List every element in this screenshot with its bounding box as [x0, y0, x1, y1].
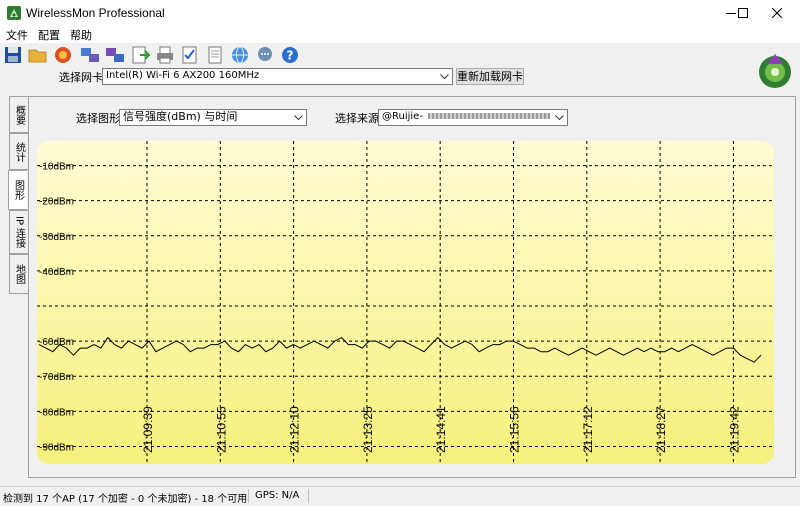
reload-adapter-button[interactable]: 重新加载网卡	[456, 68, 524, 85]
save-icon[interactable]	[3, 45, 23, 65]
adapter-label: 选择网卡	[59, 71, 103, 84]
y-tick-label: -60dBm	[39, 337, 74, 348]
close-icon	[772, 7, 782, 18]
app-icon	[7, 6, 21, 20]
maximize-button-area[interactable]	[720, 0, 766, 25]
tab-map[interactable]: 地图	[9, 254, 28, 294]
status-divider	[308, 489, 309, 503]
status-ap-summary: 检测到 17 个AP (17 个加密 - 0 个未加密) - 18 个可用	[3, 494, 248, 505]
notes-icon[interactable]	[205, 45, 225, 65]
x-tick-label: 21:10:55	[214, 406, 228, 453]
graph-type-value: 信号强度(dBm) 与时间	[123, 110, 238, 123]
record-icon[interactable]	[53, 45, 73, 65]
tab-ip-connection[interactable]: IP 连接	[9, 210, 28, 254]
network-settings-icon[interactable]	[105, 45, 125, 65]
help-icon[interactable]: ?	[280, 45, 300, 65]
source-select[interactable]: @Ruijie-	[378, 109, 568, 126]
menu-config[interactable]: 配置	[38, 27, 60, 43]
status-divider	[248, 489, 249, 503]
x-tick-label: 21:18:27	[654, 406, 668, 453]
y-tick-label: -20dBm	[39, 197, 74, 208]
print-icon[interactable]	[155, 45, 175, 65]
y-tick-label: -80dBm	[39, 407, 74, 418]
source-redacted	[428, 113, 551, 119]
x-tick-label: 21:14:41	[434, 406, 448, 453]
adapter-value: Intel(R) Wi-Fi 6 AX200 160MHz	[106, 70, 260, 81]
toolbar: ?	[0, 43, 800, 67]
tab-statistics[interactable]: 统计	[9, 133, 28, 170]
globe-icon[interactable]	[230, 45, 250, 65]
x-tick-label: 21:15:56	[508, 406, 522, 453]
export-icon[interactable]	[130, 45, 150, 65]
status-bar: 检测到 17 个AP (17 个加密 - 0 个未加密) - 18 个可用 GP…	[0, 486, 800, 506]
x-tick-label: 21:13:25	[361, 406, 375, 453]
open-folder-icon[interactable]	[28, 45, 48, 65]
y-tick-label: -70dBm	[39, 372, 74, 383]
checklist-icon[interactable]	[180, 45, 200, 65]
maximize-icon	[738, 7, 748, 18]
network-computers-icon[interactable]	[80, 45, 100, 65]
tab-graph[interactable]: 图形	[8, 170, 27, 210]
y-tick-label: -90dBm	[39, 442, 74, 453]
chevron-down-icon	[437, 69, 452, 84]
x-tick-label: 21:19:42	[727, 406, 741, 453]
window-title: WirelessMon Professional	[26, 6, 165, 20]
signal-chart-svg: -10dBm -20dBm -30dBm -40dBm -60dBm -70dBm -80d…	[37, 141, 774, 464]
adapter-select[interactable]: Intel(R) Wi-Fi 6 AX200 160MHz	[102, 68, 453, 85]
source-value: @Ruijie-	[382, 111, 423, 122]
chevron-down-icon	[291, 110, 306, 125]
signal-chart: -10dBm -20dBm -30dBm -40dBm -60dBm -70dBm -80d…	[37, 141, 774, 464]
menu-help[interactable]: 帮助	[70, 27, 92, 43]
source-select-label: 选择来源	[335, 112, 379, 125]
x-tick-label: 21:09:39	[141, 406, 155, 453]
tab-summary[interactable]: 概要	[9, 96, 28, 133]
menu-file[interactable]: 文件	[6, 27, 28, 43]
x-tick-label: 21:17:12	[581, 406, 595, 453]
y-tick-label: -10dBm	[39, 162, 74, 173]
graph-select-label: 选择图形	[76, 112, 120, 125]
graph-type-select[interactable]: 信号强度(dBm) 与时间	[119, 109, 307, 126]
title-bar: WirelessMon Professional	[0, 0, 800, 25]
wirelessmon-logo-icon	[759, 54, 791, 88]
y-tick-label: -40dBm	[39, 267, 74, 278]
chevron-down-icon	[552, 110, 567, 125]
menu-bar: 文件 配置 帮助	[0, 25, 800, 43]
svg-text:?: ?	[287, 49, 294, 63]
x-tick-label: 21:12:10	[288, 406, 302, 453]
status-gps: GPS: N/A	[255, 490, 300, 501]
chat-icon[interactable]	[255, 45, 275, 65]
y-tick-label: -30dBm	[39, 232, 74, 243]
